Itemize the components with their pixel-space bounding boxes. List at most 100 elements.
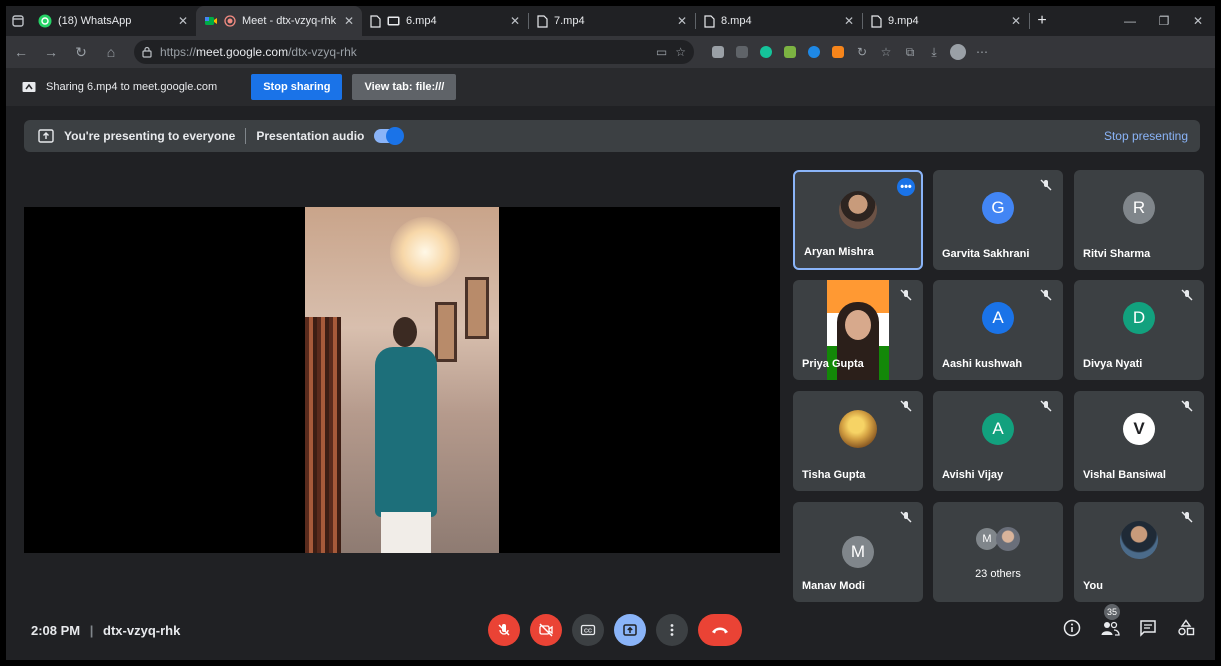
- close-window-icon[interactable]: ✕: [1181, 6, 1215, 36]
- restore-icon[interactable]: ❐: [1147, 6, 1181, 36]
- forward-icon[interactable]: →: [36, 36, 66, 68]
- participant-tile[interactable]: A Avishi Vijay: [933, 391, 1063, 491]
- chat-button[interactable]: [1136, 616, 1160, 640]
- window-controls: — ❐ ✕: [1113, 6, 1215, 36]
- mic-off-icon: [900, 511, 912, 523]
- close-tab-icon[interactable]: ✕: [178, 14, 188, 28]
- favorites-icon[interactable]: ☆: [874, 36, 898, 68]
- meeting-code: dtx-vzyq-rhk: [103, 623, 181, 638]
- meeting-details-button[interactable]: [1060, 616, 1084, 640]
- participant-tile[interactable]: M Manav Modi: [793, 502, 923, 602]
- present-now-button[interactable]: [614, 614, 646, 646]
- tab-6mp4[interactable]: 6.mp4 ✕: [362, 6, 528, 36]
- downloads-icon[interactable]: ⤓: [922, 36, 946, 68]
- presentation-audio-toggle[interactable]: [374, 127, 405, 145]
- tab-7mp4[interactable]: 7.mp4 ✕: [529, 6, 695, 36]
- dancer: [371, 307, 441, 553]
- presenting-message: You're presenting to everyone: [64, 129, 236, 143]
- tab-label: 8.mp4: [721, 15, 752, 27]
- close-tab-icon[interactable]: ✕: [344, 14, 354, 28]
- tab-meet[interactable]: Meet - dtx-vzyq-rhk ✕: [196, 6, 362, 36]
- profile-avatar-icon[interactable]: [946, 36, 970, 68]
- file-icon: [370, 14, 381, 28]
- call-end-icon: [712, 627, 728, 634]
- tab-8mp4[interactable]: 8.mp4 ✕: [696, 6, 862, 36]
- participant-grid: ••• Aryan Mishra G Garvita Sakhrani R Ri…: [793, 170, 1205, 602]
- grammarly-icon[interactable]: [754, 36, 778, 68]
- whatsapp-icon: [38, 14, 52, 28]
- lamp-light: [390, 217, 460, 287]
- extension-icon[interactable]: [730, 36, 754, 68]
- participant-avatar: A: [982, 413, 1014, 445]
- file-icon: [537, 14, 548, 28]
- participant-name: Manav Modi: [802, 580, 865, 592]
- people-button[interactable]: 35: [1098, 604, 1122, 640]
- tab-actions-icon[interactable]: [6, 6, 30, 36]
- collections-icon[interactable]: ⧉: [898, 36, 922, 68]
- camera-in-use-icon[interactable]: ▭: [656, 45, 667, 59]
- url-field[interactable]: https://meet.google.com/dtx-vzyq-rhk ▭ ☆: [134, 40, 694, 64]
- extensions-bar: ↻ ☆ ⧉ ⤓ ⋯: [706, 36, 994, 68]
- self-tile[interactable]: You: [1074, 502, 1204, 602]
- participant-tile[interactable]: V Vishal Bansiwal: [1074, 391, 1204, 491]
- participant-tile[interactable]: ••• Aryan Mishra: [793, 170, 923, 270]
- metamask-icon[interactable]: [826, 36, 850, 68]
- sharing-indicator-icon: [387, 16, 400, 26]
- divider: |: [89, 623, 94, 638]
- stop-sharing-button[interactable]: Stop sharing: [251, 74, 343, 100]
- chat-icon: [1140, 620, 1156, 637]
- mic-off-icon: [498, 624, 510, 636]
- mic-off-icon: [900, 400, 912, 412]
- camera-off-button[interactable]: [530, 614, 562, 646]
- menu-icon[interactable]: ⋯: [970, 36, 994, 68]
- side-panel-controls: 35: [1060, 604, 1198, 640]
- participant-tile[interactable]: Priya Gupta: [793, 280, 923, 380]
- participant-face: [845, 310, 871, 340]
- favorite-icon[interactable]: ☆: [675, 45, 686, 59]
- participant-name: Aryan Mishra: [804, 246, 874, 258]
- participant-name: Aashi kushwah: [942, 358, 1023, 370]
- close-tab-icon[interactable]: ✕: [1011, 14, 1021, 28]
- view-tab-button[interactable]: View tab: file:///: [352, 74, 457, 100]
- home-icon[interactable]: ⌂: [96, 36, 126, 68]
- close-tab-icon[interactable]: ✕: [510, 14, 520, 28]
- participant-tile[interactable]: A Aashi kushwah: [933, 280, 1063, 380]
- activities-button[interactable]: [1174, 616, 1198, 640]
- stop-presenting-button[interactable]: Stop presenting: [1104, 129, 1188, 143]
- refresh-icon[interactable]: ↻: [66, 36, 96, 68]
- tab-9mp4[interactable]: 9.mp4 ✕: [863, 6, 1029, 36]
- tab-whatsapp[interactable]: (18) WhatsApp ✕: [30, 6, 196, 36]
- sharing-notification-bar: Sharing 6.mp4 to meet.google.com Stop sh…: [6, 68, 1215, 106]
- dancer-head: [393, 317, 417, 347]
- more-options-icon[interactable]: •••: [897, 178, 915, 196]
- tab-label: Meet - dtx-vzyq-rhk: [242, 15, 337, 27]
- presentation-stage: [24, 207, 780, 553]
- participant-avatar: G: [982, 192, 1014, 224]
- new-tab-icon[interactable]: +: [1030, 6, 1054, 36]
- mic-off-button[interactable]: [488, 614, 520, 646]
- close-tab-icon[interactable]: ✕: [677, 14, 687, 28]
- participant-tile[interactable]: G Garvita Sakhrani: [933, 170, 1063, 270]
- participant-photo: [1120, 521, 1158, 559]
- captions-button[interactable]: CC: [572, 614, 604, 646]
- minimize-icon[interactable]: —: [1113, 6, 1147, 36]
- extension-icon[interactable]: [706, 36, 730, 68]
- extension-icon[interactable]: ↻: [850, 36, 874, 68]
- extension-icon[interactable]: [802, 36, 826, 68]
- more-options-button[interactable]: [656, 614, 688, 646]
- leave-call-button[interactable]: [698, 614, 742, 646]
- back-icon[interactable]: ←: [6, 36, 36, 68]
- others-tile[interactable]: M 23 others: [933, 502, 1063, 602]
- screen-share-icon: [22, 82, 36, 92]
- close-tab-icon[interactable]: ✕: [844, 14, 854, 28]
- curtain: [305, 317, 341, 553]
- mic-off-icon: [1181, 400, 1193, 412]
- download-extension-icon[interactable]: [778, 36, 802, 68]
- participant-name: Avishi Vijay: [942, 469, 1004, 481]
- mic-off-icon: [1181, 289, 1193, 301]
- participant-name: Divya Nyati: [1083, 358, 1143, 370]
- present-icon: [38, 129, 54, 143]
- participant-tile[interactable]: R Ritvi Sharma: [1074, 170, 1204, 270]
- participant-tile[interactable]: D Divya Nyati: [1074, 280, 1204, 380]
- participant-tile[interactable]: Tisha Gupta: [793, 391, 923, 491]
